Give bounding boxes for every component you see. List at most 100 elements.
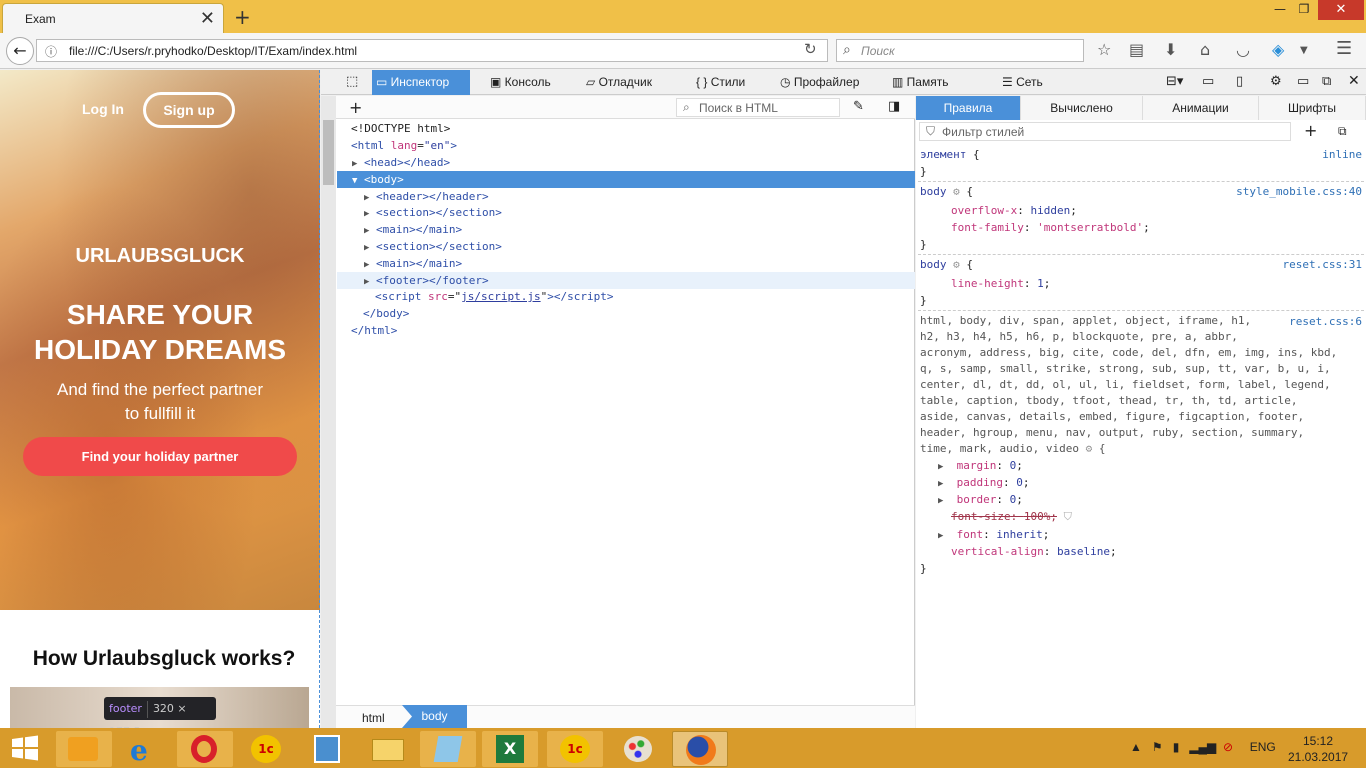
search-input[interactable]: ⌕ Поиск (836, 39, 1084, 62)
window-close-icon[interactable]: ✕ (1318, 0, 1364, 20)
chevron-up-icon[interactable]: ▲ (1130, 740, 1142, 754)
markup-line-hovered[interactable]: ▶ <footer></footer> (337, 272, 915, 289)
menu-icon[interactable]: ☰ (1336, 38, 1352, 59)
rule-source[interactable]: inline (1200, 146, 1362, 163)
markup-line-selected[interactable]: ▼ <body> (337, 171, 915, 188)
extension-icon[interactable]: ◈ (1272, 40, 1284, 59)
add-rule-icon[interactable]: + (1304, 121, 1317, 140)
new-tab-icon[interactable]: + (234, 5, 251, 29)
markup-line[interactable]: <html lang="en"> (340, 137, 915, 154)
add-node-icon[interactable]: + (349, 98, 362, 117)
markup-line[interactable]: <!DOCTYPE html> (340, 120, 915, 137)
rule-source[interactable]: reset.css:31 (1200, 256, 1362, 273)
markup-line[interactable]: </body> (340, 305, 915, 322)
styles-filter-input[interactable]: ⛉ Фильтр стилей (919, 122, 1291, 141)
declaration-overridden[interactable]: font-size: 100%; ⛉ (951, 508, 1072, 525)
expand-triangle-icon[interactable]: ▶ (340, 193, 369, 203)
tab-computed[interactable]: Вычислено (1021, 96, 1143, 120)
page-scrollbar[interactable] (321, 96, 336, 728)
filter-icon[interactable]: ⛉ (1064, 510, 1072, 523)
signup-button[interactable]: Sign up (143, 92, 235, 128)
clock[interactable]: 15:12 21.03.2017 (1288, 733, 1348, 765)
expand-triangle-icon[interactable]: ▶ (938, 462, 943, 472)
expand-triangle-icon[interactable]: ▶ (337, 277, 369, 287)
dock-bottom-icon[interactable]: ▭ (1297, 74, 1309, 89)
html-search-input[interactable]: ⌕ Поиск в HTML (676, 98, 840, 117)
breadcrumb-html[interactable]: html (362, 711, 385, 725)
reload-icon[interactable]: ↻ (804, 40, 817, 58)
ie-icon[interactable]: e (116, 731, 172, 767)
markup-line[interactable]: <script src="js/script.js"></script> (340, 288, 915, 305)
expand-triangle-icon[interactable]: ▶ (938, 479, 943, 489)
dock-icon[interactable]: ⊟▾ (1166, 74, 1183, 89)
expand-triangle-icon[interactable]: ▶ (340, 159, 357, 169)
outlook-icon[interactable] (56, 731, 112, 767)
file-explorer-icon[interactable] (360, 731, 416, 767)
markup-line[interactable]: ▶ <main></main> (340, 255, 915, 272)
expand-triangle-icon[interactable]: ▶ (938, 531, 943, 541)
firefox-icon[interactable] (672, 731, 728, 767)
download-icon[interactable]: ⬇ (1164, 40, 1177, 59)
expand-triangle-icon[interactable]: ▶ (340, 226, 369, 236)
bookmark-star-icon[interactable]: ☆ (1097, 40, 1111, 59)
home-icon[interactable]: ⌂ (1200, 40, 1210, 59)
windows-start-icon[interactable] (10, 734, 40, 762)
undock-icon[interactable]: ⧉ (1322, 74, 1331, 89)
chevron-down-icon[interactable]: ▼ (1300, 45, 1308, 56)
pseudo-class-icon[interactable]: ⧉ (1338, 124, 1347, 139)
paint-icon[interactable] (610, 731, 666, 767)
excel-icon[interactable]: X (482, 731, 538, 767)
tab-rules[interactable]: Правила (916, 96, 1021, 120)
battery-icon[interactable]: ▮ (1173, 740, 1180, 754)
flag-icon[interactable]: ⚑ (1152, 740, 1163, 754)
signal-icon[interactable]: ▂▄▆ (1189, 740, 1216, 754)
1c-icon[interactable]: 1с (238, 731, 294, 767)
tab-styles[interactable]: { } Стили (692, 70, 772, 95)
markup-line[interactable]: ▶ <main></main> (340, 221, 915, 238)
expand-triangle-icon[interactable]: ▶ (340, 243, 369, 253)
language-indicator[interactable]: ENG (1250, 740, 1276, 754)
network-app-icon[interactable] (300, 731, 356, 767)
tab-inspector[interactable]: ▭ Инспектор (372, 70, 470, 95)
markup-line[interactable]: ▶ <section></section> (340, 204, 915, 221)
login-link[interactable]: Log In (82, 101, 124, 117)
markup-line[interactable]: ▶ <section></section> (340, 238, 915, 255)
responsive-icon[interactable]: ▯ (1236, 74, 1243, 89)
1c-icon[interactable]: 1с (547, 731, 603, 767)
tab-network[interactable]: ☰ Сеть (998, 70, 1068, 95)
eyedropper-icon[interactable]: ✎ (853, 99, 864, 114)
tab-console[interactable]: ▣ Консоль (486, 70, 576, 95)
expand-triangle-icon[interactable]: ▶ (938, 496, 943, 506)
settings-icon[interactable]: ⚙ (1270, 74, 1282, 89)
rule-source[interactable]: style_mobile.css:40 (1160, 183, 1362, 200)
declaration[interactable]: vertical-align: baseline; (951, 543, 1117, 560)
markup-line[interactable]: ▶ <head></head> (340, 154, 915, 171)
tab-animations[interactable]: Анимации (1143, 96, 1259, 120)
tab-debugger[interactable]: ▱ Отладчик (582, 70, 672, 95)
markup-line[interactable]: ▶ <header></header> (340, 188, 915, 205)
tab-memory[interactable]: ▥ Память (888, 70, 968, 95)
collapse-triangle-icon[interactable]: ▼ (337, 176, 357, 186)
split-console-icon[interactable]: ▭ (1202, 74, 1214, 89)
declaration[interactable]: line-height: 1; (951, 275, 1050, 292)
expand-triangle-icon[interactable]: ▶ (340, 260, 369, 270)
element-picker-icon[interactable]: ⬚ (346, 74, 358, 89)
browser-tab[interactable]: Exam ✕ (2, 3, 224, 33)
declaration[interactable]: font-family: 'montserratbold'; (951, 219, 1150, 236)
find-partner-button[interactable]: Find your holiday partner (23, 437, 297, 476)
opera-icon[interactable] (177, 731, 233, 767)
notepad-icon[interactable] (420, 731, 476, 767)
close-devtools-icon[interactable]: ✕ (1348, 73, 1360, 89)
markup-line[interactable]: </html> (340, 322, 915, 339)
back-icon[interactable]: ← (6, 37, 34, 65)
url-bar[interactable]: ⓘ file:///C:/Users/r.pryhodko/Desktop/IT… (36, 39, 828, 62)
expand-triangle-icon[interactable]: ▶ (340, 209, 369, 219)
restore-icon[interactable]: ❐ (1290, 2, 1318, 20)
declaration[interactable]: overflow-x: hidden; (951, 202, 1077, 219)
pocket-icon[interactable]: ◡ (1236, 40, 1250, 59)
volume-muted-icon[interactable]: ⊘ (1223, 740, 1233, 754)
toggle-sidebar-icon[interactable]: ◨ (888, 99, 900, 114)
reading-list-icon[interactable]: ▤ (1129, 40, 1144, 59)
tab-fonts[interactable]: Шрифты (1259, 96, 1366, 120)
scrollbar-thumb[interactable] (323, 120, 334, 185)
